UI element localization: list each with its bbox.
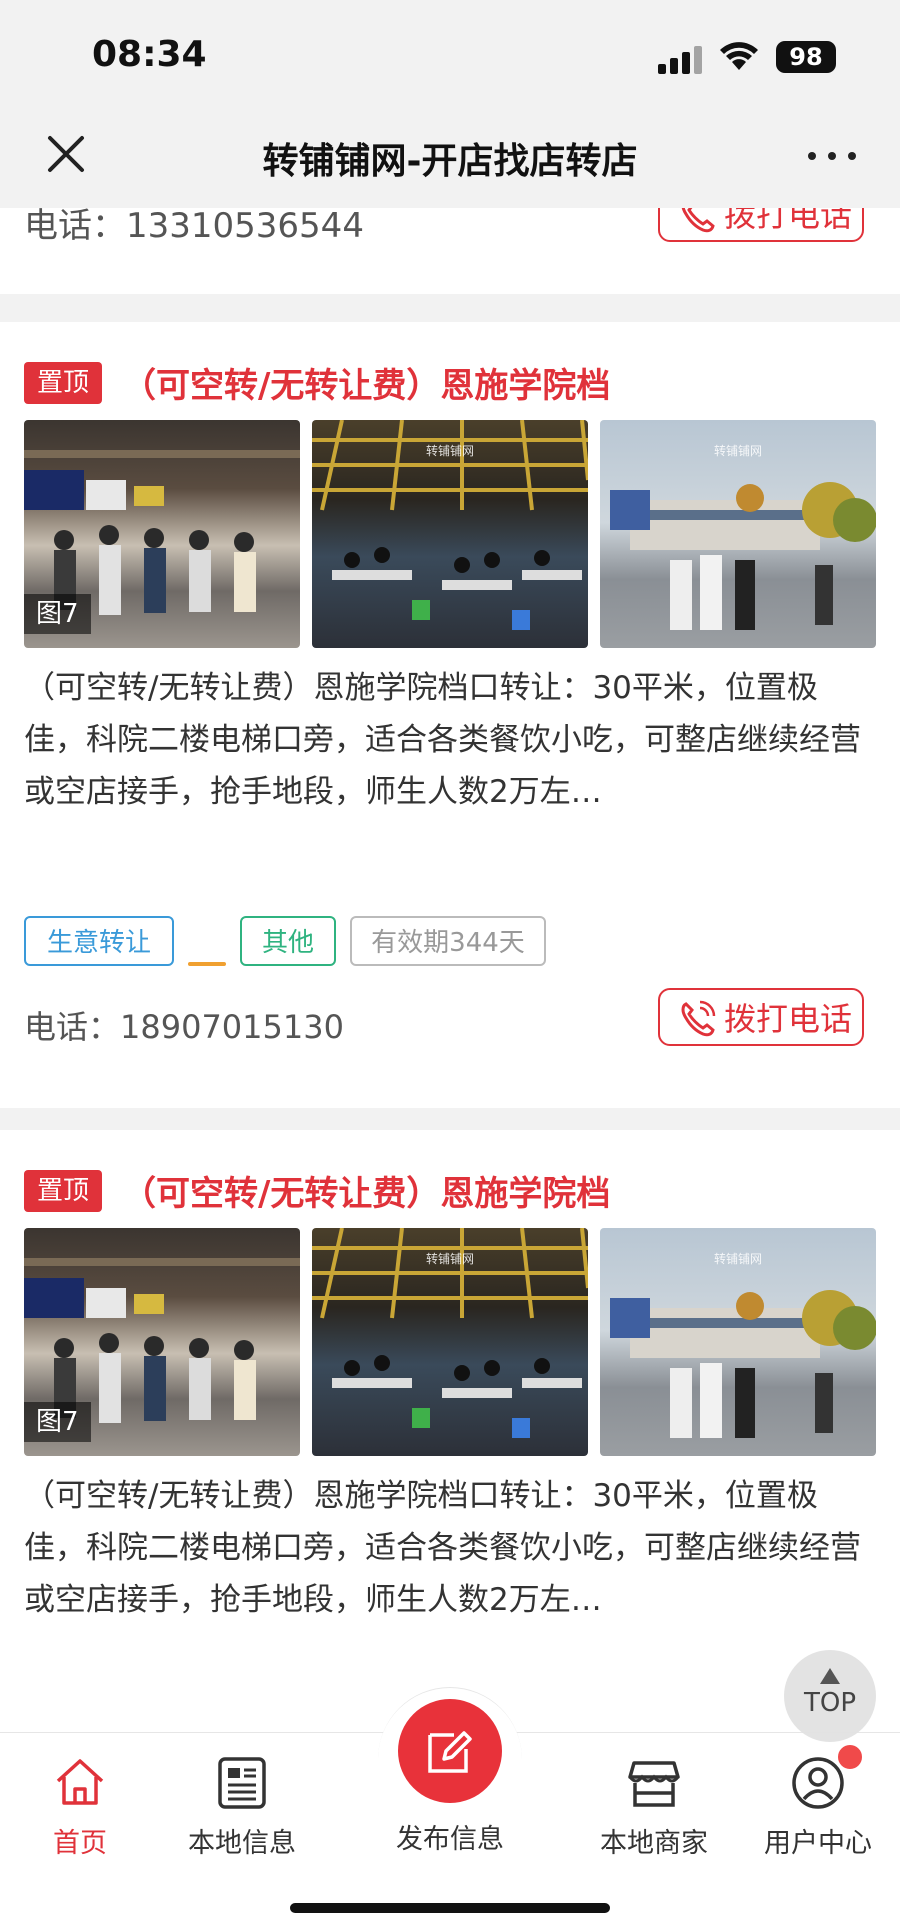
home-indicator bbox=[290, 1903, 610, 1913]
call-button[interactable]: 拨打电话 bbox=[658, 988, 864, 1046]
more-icon[interactable] bbox=[808, 134, 856, 174]
nav-item-local-info[interactable]: 本地信息 bbox=[182, 1747, 302, 1860]
nav-label: 本地信息 bbox=[188, 1828, 296, 1859]
home-icon bbox=[56, 1759, 104, 1805]
listing-title[interactable]: （可空转/无转让费）恩施学院档 bbox=[122, 358, 610, 407]
listing-description[interactable]: （可空转/无转让费）恩施学院档口转让：30平米，位置极佳，科院二楼电梯口旁，适合… bbox=[24, 662, 876, 818]
publish-button[interactable] bbox=[398, 1699, 502, 1803]
signal-icon bbox=[658, 44, 706, 74]
photo-gallery[interactable]: 图7 转铺铺网 转铺铺网 bbox=[24, 420, 876, 648]
watermark-text: 转铺铺网 bbox=[713, 444, 762, 458]
type-tag[interactable]: 其他 bbox=[240, 916, 336, 966]
nav-label: 首页 bbox=[53, 1828, 107, 1859]
nav-label: 本地商家 bbox=[600, 1828, 708, 1859]
listing-photo[interactable]: 转铺铺网 bbox=[312, 1228, 588, 1456]
listing-title[interactable]: （可空转/无转让费）恩施学院档 bbox=[122, 1166, 610, 1215]
tag-divider bbox=[188, 962, 226, 966]
category-tag[interactable]: 生意转让 bbox=[24, 916, 174, 966]
watermark-text: 转铺铺网 bbox=[713, 1252, 762, 1266]
battery-indicator: 98 bbox=[776, 41, 836, 73]
publish-label[interactable]: 发布信息 bbox=[350, 1817, 550, 1856]
watermark-text: 转铺铺网 bbox=[425, 1252, 474, 1266]
call-button-label: 拨打电话 bbox=[724, 1000, 853, 1038]
pinned-badge: 置顶 bbox=[24, 1170, 102, 1212]
photo-count: 图7 bbox=[24, 1402, 91, 1442]
nav-item-home[interactable]: 首页 bbox=[20, 1747, 140, 1860]
listing-photo[interactable]: 转铺铺网 bbox=[600, 420, 876, 648]
photo-count: 图7 bbox=[24, 594, 91, 634]
notification-dot bbox=[836, 1743, 864, 1771]
status-bar: 08:34 98 bbox=[0, 0, 900, 100]
photo-gallery[interactable]: 图7 转铺铺网 转铺铺网 bbox=[24, 1228, 876, 1456]
phone-icon bbox=[681, 1000, 716, 1037]
validity-tag: 有效期344天 bbox=[350, 916, 546, 966]
nav-label: 用户中心 bbox=[764, 1828, 872, 1859]
listing-card[interactable]: 置顶 （可空转/无转让费）恩施学院档 图7 转铺铺网 转铺铺网 （可空转/无转让… bbox=[0, 322, 900, 1108]
watermark-text: 转铺铺网 bbox=[425, 444, 474, 458]
listing-photo[interactable]: 图7 bbox=[24, 1228, 300, 1456]
listing-description[interactable]: （可空转/无转让费）恩施学院档口转让：30平米，位置极佳，科院二楼电梯口旁，适合… bbox=[24, 1470, 876, 1626]
listing-photo[interactable]: 转铺铺网 bbox=[312, 420, 588, 648]
phone-number: 电话：18907015130 bbox=[24, 1008, 344, 1046]
back-to-top-button[interactable]: TOP bbox=[784, 1650, 876, 1742]
title-bar: 转铺铺网-开店找店转店 bbox=[0, 100, 900, 208]
arrow-up-icon bbox=[820, 1668, 840, 1684]
listing-photo[interactable]: 转铺铺网 bbox=[600, 1228, 876, 1456]
listing-photo[interactable]: 图7 bbox=[24, 420, 300, 648]
partial-listing-card: 电话：13310536544 拨打电话 bbox=[0, 184, 900, 294]
pinned-badge: 置顶 bbox=[24, 362, 102, 404]
news-icon bbox=[218, 1757, 266, 1809]
listing-card[interactable]: 置顶 （可空转/无转让费）恩施学院档 图7 转铺铺网 转铺铺网 （可空转/无转让… bbox=[0, 1130, 900, 1732]
page-title: 转铺铺网-开店找店转店 bbox=[262, 141, 638, 182]
edit-icon bbox=[428, 1731, 472, 1773]
back-to-top-label: TOP bbox=[803, 1688, 857, 1718]
wifi-icon bbox=[720, 42, 758, 70]
store-icon bbox=[628, 1761, 680, 1807]
nav-item-local-merchants[interactable]: 本地商家 bbox=[594, 1747, 714, 1860]
bottom-navigation: 首页 本地信息 发布信息 本地商家 用户中心 bbox=[0, 1687, 900, 1925]
status-time: 08:34 bbox=[92, 34, 207, 75]
